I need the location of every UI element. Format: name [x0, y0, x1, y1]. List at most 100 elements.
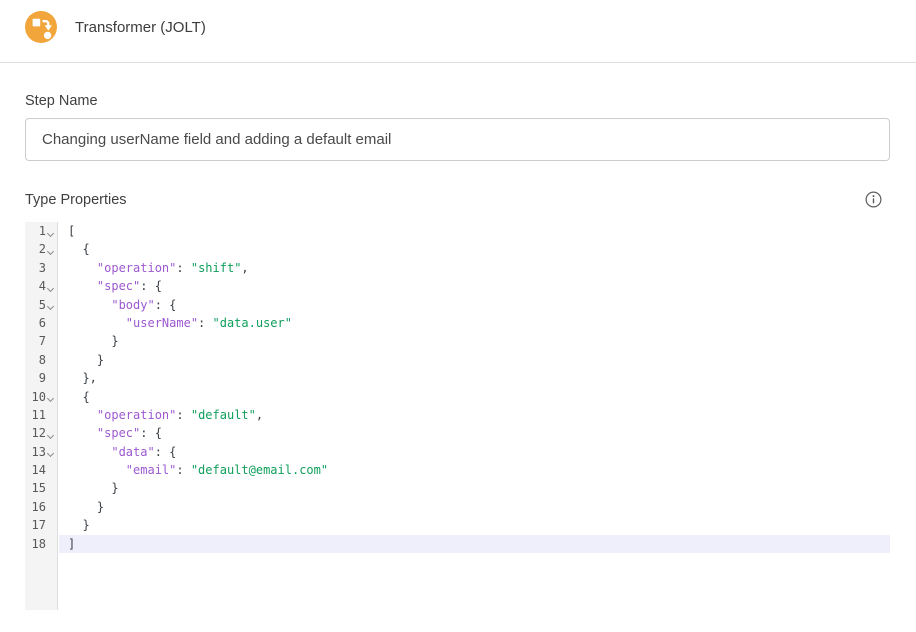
json-code-editor[interactable]: 1 [ 2 { 3 "operation": "shift", 4 "spec"… — [25, 222, 890, 622]
code-row[interactable]: 3 "operation": "shift", — [25, 259, 890, 277]
line-number: 1 — [39, 222, 46, 240]
code-row[interactable]: 16 } — [25, 498, 890, 516]
json-string: "data.user" — [213, 316, 292, 330]
json-punctuation — [68, 445, 111, 459]
json-key: "operation" — [97, 261, 176, 275]
json-punctuation — [68, 463, 126, 477]
line-number: 12 — [32, 424, 46, 442]
json-punctuation: { — [68, 242, 90, 256]
code-line[interactable]: "operation": "shift", — [59, 259, 890, 277]
gutter-cell[interactable]: 11 — [25, 406, 59, 424]
code-line[interactable]: "data": { — [59, 443, 890, 461]
gutter-cell[interactable]: 8 — [25, 351, 59, 369]
gutter-cell[interactable]: 3 — [25, 259, 59, 277]
line-number: 9 — [39, 369, 46, 387]
gutter-cell[interactable]: 12 — [25, 424, 59, 442]
code-line[interactable]: "userName": "data.user" — [59, 314, 890, 332]
fold-chevron-icon[interactable] — [46, 304, 55, 309]
code-row[interactable]: 2 { — [25, 240, 890, 258]
code-row[interactable]: 9 }, — [25, 369, 890, 387]
line-number: 11 — [32, 406, 46, 424]
header-divider — [0, 62, 916, 63]
line-number: 10 — [32, 388, 46, 406]
json-punctuation: } — [68, 481, 119, 495]
json-punctuation — [68, 261, 97, 275]
line-number: 15 — [32, 479, 46, 497]
fold-chevron-icon[interactable] — [46, 286, 55, 291]
code-row[interactable]: 11 "operation": "default", — [25, 406, 890, 424]
info-icon[interactable] — [865, 191, 882, 208]
json-punctuation: : — [176, 463, 190, 477]
json-punctuation: { — [68, 390, 90, 404]
code-line[interactable]: "body": { — [59, 296, 890, 314]
code-line[interactable]: } — [59, 351, 890, 369]
code-line[interactable]: } — [59, 498, 890, 516]
code-line[interactable]: } — [59, 479, 890, 497]
step-header: Transformer (JOLT) — [0, 0, 916, 43]
code-line[interactable]: "spec": { — [59, 277, 890, 295]
fold-chevron-icon[interactable] — [46, 249, 55, 254]
json-punctuation: ] — [68, 537, 75, 551]
json-punctuation — [68, 426, 97, 440]
gutter-cell[interactable]: 9 — [25, 369, 59, 387]
code-line[interactable]: } — [59, 332, 890, 350]
code-row[interactable]: 13 "data": { — [25, 443, 890, 461]
json-key: "spec" — [97, 426, 140, 440]
code-row[interactable]: 5 "body": { — [25, 296, 890, 314]
line-number: 17 — [32, 516, 46, 534]
gutter-cell[interactable]: 10 — [25, 388, 59, 406]
fold-chevron-icon[interactable] — [46, 231, 55, 236]
json-punctuation: : — [176, 408, 190, 422]
line-number: 16 — [32, 498, 46, 516]
fold-chevron-icon[interactable] — [46, 433, 55, 438]
json-punctuation: : { — [155, 298, 177, 312]
code-row[interactable]: 17 } — [25, 516, 890, 534]
fold-chevron-icon[interactable] — [46, 451, 55, 456]
code-row[interactable]: 6 "userName": "data.user" — [25, 314, 890, 332]
json-key: "data" — [111, 445, 154, 459]
code-line[interactable]: } — [59, 516, 890, 534]
code-line[interactable]: ] — [59, 535, 890, 553]
code-row[interactable]: 8 } — [25, 351, 890, 369]
code-line[interactable]: { — [59, 388, 890, 406]
code-row[interactable]: 7 } — [25, 332, 890, 350]
step-name-label: Step Name — [25, 93, 890, 109]
gutter-cell[interactable]: 15 — [25, 479, 59, 497]
gutter-cell[interactable]: 2 — [25, 240, 59, 258]
gutter-cell[interactable]: 5 — [25, 296, 59, 314]
step-name-input[interactable] — [25, 118, 890, 161]
code-row[interactable]: 14 "email": "default@email.com" — [25, 461, 890, 479]
gutter-cell[interactable]: 16 — [25, 498, 59, 516]
fold-chevron-icon[interactable] — [46, 396, 55, 401]
code-row[interactable]: 4 "spec": { — [25, 277, 890, 295]
gutter-cell[interactable]: 7 — [25, 332, 59, 350]
code-row[interactable]: 10 { — [25, 388, 890, 406]
json-punctuation: }, — [68, 371, 97, 385]
gutter-cell[interactable]: 13 — [25, 443, 59, 461]
json-punctuation — [68, 298, 111, 312]
gutter-cell[interactable]: 18 — [25, 535, 59, 553]
gutter-cell[interactable]: 6 — [25, 314, 59, 332]
code-line[interactable]: }, — [59, 369, 890, 387]
code-row[interactable]: 18 ] — [25, 535, 890, 553]
code-row[interactable]: 1 [ — [25, 222, 890, 240]
code-line[interactable]: "operation": "default", — [59, 406, 890, 424]
json-string: "default@email.com" — [191, 463, 328, 477]
json-key: "userName" — [126, 316, 198, 330]
gutter-cell[interactable]: 17 — [25, 516, 59, 534]
line-number: 18 — [32, 535, 46, 553]
gutter-cell[interactable]: 14 — [25, 461, 59, 479]
json-punctuation: : — [198, 316, 212, 330]
json-punctuation — [68, 316, 126, 330]
code-line[interactable]: "spec": { — [59, 424, 890, 442]
code-line[interactable]: "email": "default@email.com" — [59, 461, 890, 479]
code-line[interactable]: { — [59, 240, 890, 258]
code-row[interactable]: 15 } — [25, 479, 890, 497]
line-number: 3 — [39, 259, 46, 277]
line-number: 5 — [39, 296, 46, 314]
code-row[interactable]: 12 "spec": { — [25, 424, 890, 442]
json-key: "body" — [111, 298, 154, 312]
gutter-cell[interactable]: 1 — [25, 222, 59, 240]
code-line[interactable]: [ — [59, 222, 890, 240]
gutter-cell[interactable]: 4 — [25, 277, 59, 295]
